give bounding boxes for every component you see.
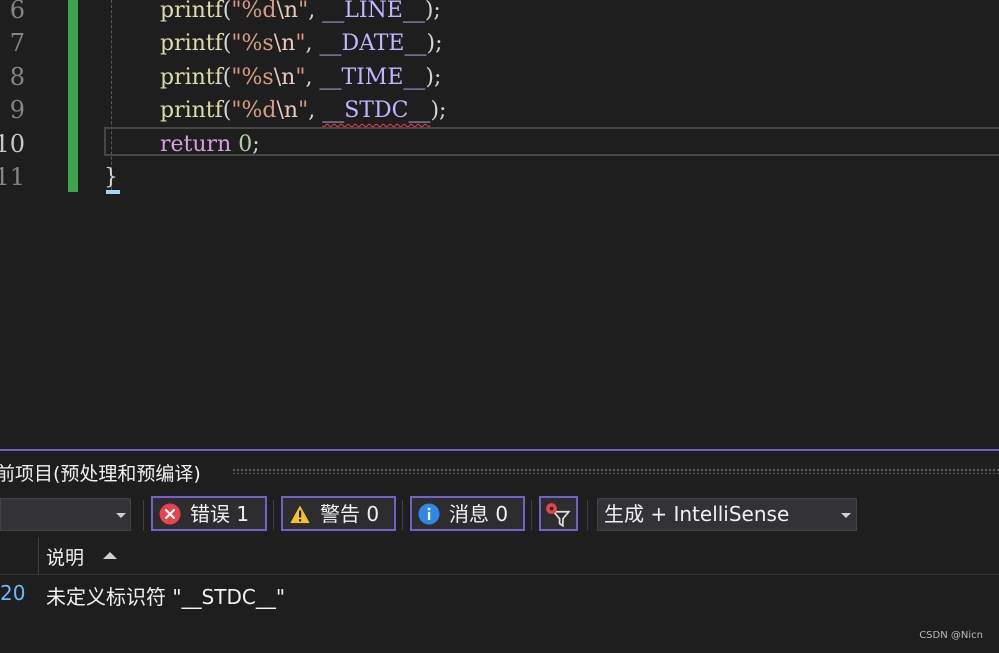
line-number: 9 [9, 96, 25, 125]
code-line[interactable]: 6 printf("%d\n", __LINE__); [0, 0, 999, 27]
code-token: "%d [231, 98, 277, 124]
line-number: 6 [9, 0, 25, 24]
code-token: , [305, 64, 320, 90]
toolbar-separator [143, 500, 144, 530]
toolbar-separator [587, 500, 588, 530]
code-line[interactable]: 7 printf("%s\n", __DATE__); [0, 27, 999, 60]
code-token: "%d [231, 0, 277, 23]
code-token: } [104, 165, 118, 190]
code-token: , [308, 0, 323, 23]
line-number: 8 [9, 62, 25, 91]
error-list-panel: 前项目(预处理和预编译) 错误 1 警告 0 消息 0 生成 + Intelli… [0, 449, 999, 653]
code-token: printf [160, 64, 223, 90]
panel-title: 前项目(预处理和预编译) [0, 463, 201, 485]
code-token: \n [273, 64, 296, 90]
code-token: "%s [231, 64, 274, 90]
filter-toggle-button[interactable] [539, 496, 578, 531]
code-token: \n [273, 31, 296, 57]
code-token: ); [430, 98, 447, 124]
line-number: 7 [9, 29, 25, 58]
line-number: 11 [0, 163, 25, 191]
code-token: printf [160, 0, 223, 23]
toolbar-separator [531, 500, 532, 530]
code-token: 0 [238, 131, 253, 157]
code-token: __TIME__ [319, 64, 426, 90]
info-icon [418, 503, 440, 525]
toolbar-separator [402, 500, 403, 530]
line-number: 10 [0, 129, 25, 158]
scope-dropdown[interactable] [0, 498, 131, 531]
warning-icon [289, 503, 311, 524]
code-line[interactable]: 11} [0, 161, 999, 194]
chevron-down-icon [116, 513, 126, 518]
toolbar-separator [273, 500, 274, 530]
errors-filter-button[interactable]: 错误 1 [151, 496, 267, 531]
code-text: printf("%s\n", __DATE__); [160, 27, 443, 60]
build-source-dropdown[interactable]: 生成 + IntelliSense [597, 498, 857, 531]
code-text: return 0; [160, 128, 260, 161]
build-source-value: 生成 + IntelliSense [604, 502, 790, 526]
chevron-down-icon [841, 513, 851, 518]
watermark: CSDN @Nicn [919, 630, 983, 641]
code-token: printf [160, 31, 223, 57]
error-description-cell: 未定义标识符 "__STDC__" [46, 585, 286, 609]
code-token: ); [424, 0, 441, 23]
code-token: __LINE__ [322, 0, 425, 23]
code-token: , [308, 98, 323, 124]
code-token: \n [276, 0, 299, 23]
code-token: " [298, 0, 309, 23]
error-icon [159, 503, 181, 525]
code-token: , [305, 31, 320, 57]
code-text: printf("%d\n", __LINE__); [160, 0, 441, 27]
code-token: ); [425, 64, 442, 90]
warnings-count-label: 警告 0 [320, 502, 380, 526]
code-token: return [160, 131, 232, 157]
errors-count-label: 错误 1 [190, 502, 250, 526]
filter-icon [546, 503, 571, 528]
code-text: printf("%s\n", __TIME__); [160, 61, 441, 94]
code-token: " [295, 31, 306, 57]
code-token: ); [426, 31, 443, 57]
column-header-description[interactable]: 说明 [46, 543, 84, 570]
brace-match-marker [106, 190, 120, 194]
sort-ascending-icon [103, 552, 117, 559]
code-token: __DATE__ [319, 31, 427, 57]
code-token: ; [252, 131, 260, 157]
code-token: __STDC__ [322, 98, 431, 124]
error-list-header: 说明 [0, 537, 999, 575]
code-token: printf [160, 98, 223, 124]
error-code-cell[interactable]: 20 [0, 581, 25, 605]
code-editor[interactable]: 6 printf("%d\n", __LINE__); 7 printf("%s\n"… [0, 0, 999, 450]
code-token: " [295, 64, 306, 90]
warnings-filter-button[interactable]: 警告 0 [281, 496, 396, 531]
code-line[interactable]: 9 printf("%d\n", __STDC__); [0, 94, 999, 127]
messages-count-label: 消息 0 [449, 502, 509, 526]
column-header-code[interactable] [0, 537, 39, 574]
code-token: "%s [231, 31, 274, 57]
code-token: \n [276, 98, 299, 124]
panel-drag-grip[interactable] [232, 468, 999, 474]
table-row[interactable]: 20 未定义标识符 "__STDC__" [0, 576, 999, 612]
code-text: printf("%d\n", __STDC__); [160, 94, 446, 127]
code-line[interactable]: 8 printf("%s\n", __TIME__); [0, 61, 999, 94]
code-line[interactable]: 10 return 0; [0, 128, 999, 161]
messages-filter-button[interactable]: 消息 0 [410, 496, 525, 531]
error-list-toolbar: 错误 1 警告 0 消息 0 生成 + IntelliSense [0, 496, 999, 534]
code-token: " [298, 98, 309, 124]
